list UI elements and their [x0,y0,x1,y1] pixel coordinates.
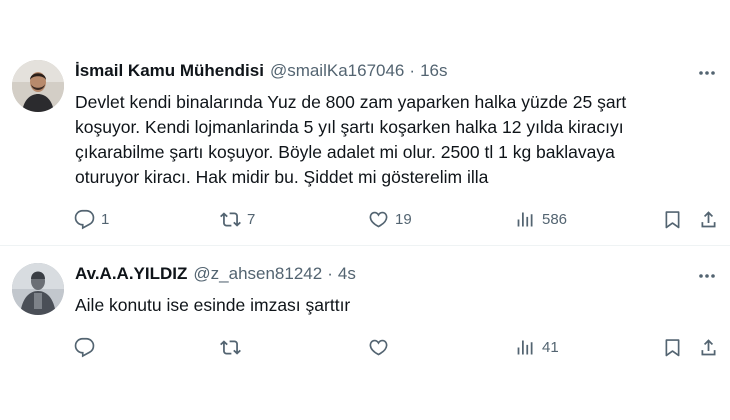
bookmark-button[interactable] [662,334,683,360]
repost-button[interactable]: 7 [220,206,255,232]
separator-dot: · [327,264,333,283]
repost-button[interactable] [220,334,247,360]
tweet-actions: 1 7 19 586 [72,206,722,232]
author-handle[interactable]: @z_ahsen81242 [193,264,322,284]
share-icon [701,338,716,355]
repost-icon [220,339,241,355]
author-name[interactable]: Av.A.A.YILDIZ [75,264,187,284]
reply-icon [74,337,95,357]
views-icon [517,212,533,226]
tweet-text: Aile konutu ise esinde imzası şarttır [75,293,715,318]
reply-count: 1 [101,210,110,228]
views-button[interactable]: 41 [515,334,559,360]
avatar[interactable] [12,263,64,315]
share-button[interactable] [698,206,719,232]
reply-icon [74,209,95,229]
avatar[interactable] [12,60,64,112]
views-count: 41 [542,338,559,356]
bookmark-icon [665,338,680,356]
share-button[interactable] [698,334,719,360]
tweet[interactable]: Av.A.A.YILDIZ @z_ahsen81242 · 4s Aile ko… [0,247,730,420]
author-handle[interactable]: @smailKa167046 [270,61,404,81]
tweet-text-line: koşuyor. Kendi lojmanlarinda 5 yıl şartı… [75,117,624,137]
heart-icon [369,339,388,355]
timestamp[interactable]: 16s [420,61,447,81]
reply-button[interactable]: 1 [74,206,109,232]
views-count: 586 [542,210,568,228]
like-button[interactable] [368,334,395,360]
views-icon [517,340,533,354]
views-button[interactable]: 586 [515,206,567,232]
more-icon[interactable] [696,62,718,84]
bookmark-icon [665,210,680,228]
tweet-text-line: Aile konutu ise esinde imzası şarttır [75,295,351,315]
tweet-text-line: oturuyor kiracı. Hak midir bu. Şiddet mi… [75,167,489,187]
repost-icon [220,211,241,227]
like-count: 19 [395,210,412,228]
tweet-text-line: çıkarabilme şartı koşuyor. Böyle adalet … [75,142,615,162]
separator-dot: · [409,61,416,80]
heart-icon [369,211,388,227]
tweet-actions: 41 [72,334,722,360]
timestamp[interactable]: 4s [338,264,356,284]
more-icon[interactable] [696,265,718,287]
bookmark-button[interactable] [662,206,683,232]
author-name[interactable]: İsmail Kamu Mühendisi [75,61,264,81]
tweet-text: Devlet kendi binalarında Yuz de 800 zam … [75,90,715,190]
share-icon [701,210,716,227]
reply-button[interactable] [74,334,101,360]
tweet[interactable]: İsmail Kamu Mühendisi @smailKa167046 · 1… [0,0,730,246]
repost-count: 7 [247,210,256,228]
like-button[interactable]: 19 [368,206,412,232]
tweet-text-line: Devlet kendi binalarında Yuz de 800 zam … [75,92,627,112]
